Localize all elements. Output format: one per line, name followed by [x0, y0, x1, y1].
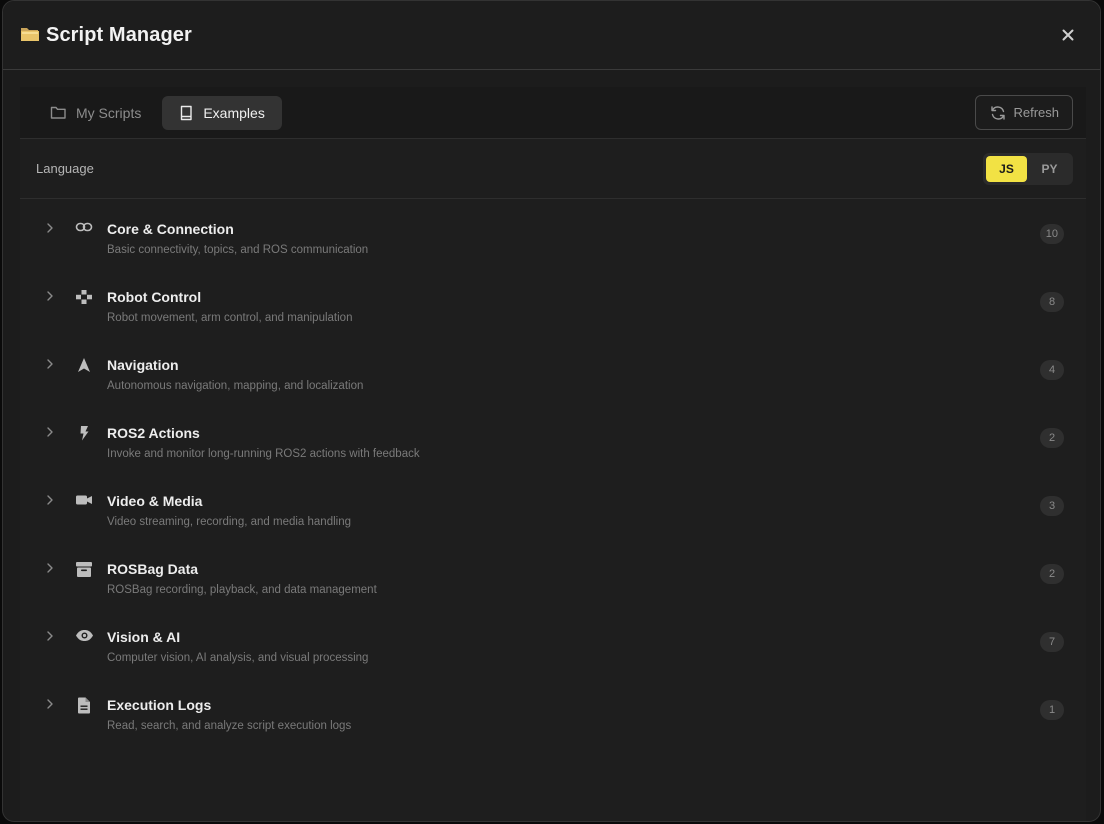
document-icon: [72, 697, 96, 714]
category-title: Core & Connection: [107, 221, 234, 237]
category-video-media[interactable]: Video & Media Video streaming, recording…: [20, 484, 1086, 552]
content-panel: My Scripts Examples Refresh Language JS …: [20, 87, 1086, 821]
link-icon: [72, 221, 96, 233]
close-icon: [1062, 29, 1074, 41]
gamepad-icon: [72, 289, 96, 305]
tab-examples[interactable]: Examples: [162, 95, 282, 130]
chevron-right-icon: [46, 425, 60, 443]
refresh-button[interactable]: Refresh: [975, 95, 1073, 130]
folder-icon: [20, 25, 40, 46]
modal-title: Script Manager: [46, 23, 192, 46]
category-description: Robot movement, arm control, and manipul…: [107, 312, 353, 324]
language-row: Language JS PY: [20, 139, 1086, 199]
lightning-icon: [72, 425, 96, 441]
category-rosbag-data[interactable]: ROSBag Data ROSBag recording, playback, …: [20, 552, 1086, 620]
category-list: Core & Connection Basic connectivity, to…: [20, 199, 1086, 756]
tab-my-scripts-label: My Scripts: [76, 104, 142, 121]
chevron-right-icon: [46, 629, 60, 647]
category-title: ROSBag Data: [107, 561, 199, 577]
video-camera-icon: [72, 493, 96, 507]
tab-bar: My Scripts Examples Refresh: [20, 87, 1086, 139]
category-navigation[interactable]: Navigation Autonomous navigation, mappin…: [20, 348, 1086, 416]
chevron-right-icon: [46, 561, 60, 579]
category-ros2-actions[interactable]: ROS2 Actions Invoke and monitor long-run…: [20, 416, 1086, 484]
count-badge: 3: [1040, 496, 1064, 516]
category-execution-logs[interactable]: Execution Logs Read, search, and analyze…: [20, 688, 1086, 756]
category-description: ROSBag recording, playback, and data man…: [107, 584, 377, 596]
category-description: Computer vision, AI analysis, and visual…: [107, 652, 369, 664]
chevron-right-icon: [46, 493, 60, 511]
language-label: Language: [36, 161, 94, 176]
chevron-right-icon: [46, 221, 60, 239]
language-toggle: JS PY: [983, 152, 1073, 185]
category-title: Robot Control: [107, 289, 202, 305]
modal-header: Script Manager: [3, 1, 1100, 70]
category-description: Video streaming, recording, and media ha…: [107, 516, 351, 528]
book-icon: [181, 105, 193, 120]
title-wrap: Script Manager: [20, 24, 192, 47]
category-robot-control[interactable]: Robot Control Robot movement, arm contro…: [20, 280, 1086, 348]
language-js-option[interactable]: JS: [986, 155, 1027, 182]
category-description: Invoke and monitor long-running ROS2 act…: [107, 448, 420, 460]
category-title: Vision & AI: [107, 629, 181, 645]
refresh-label: Refresh: [1013, 105, 1059, 120]
navigation-arrow-icon: [72, 357, 96, 373]
category-title: Execution Logs: [107, 697, 212, 713]
category-title: ROS2 Actions: [107, 425, 200, 441]
tab-my-scripts[interactable]: My Scripts: [33, 96, 158, 130]
tabs: My Scripts Examples: [33, 95, 282, 130]
count-badge: 7: [1040, 632, 1064, 652]
count-badge: 2: [1040, 428, 1064, 448]
language-py-option[interactable]: PY: [1029, 156, 1070, 182]
refresh-icon: [991, 105, 1006, 120]
tab-examples-label: Examples: [203, 104, 265, 121]
folder-outline-icon: [50, 106, 66, 119]
chevron-right-icon: [46, 357, 60, 375]
count-badge: 10: [1039, 224, 1064, 244]
category-title: Video & Media: [107, 493, 203, 509]
category-description: Read, search, and analyze script executi…: [107, 720, 352, 732]
chevron-right-icon: [46, 289, 60, 307]
close-button[interactable]: [1054, 21, 1082, 49]
eye-icon: [72, 629, 96, 642]
category-title: Navigation: [107, 357, 179, 373]
category-core-connection[interactable]: Core & Connection Basic connectivity, to…: [20, 212, 1086, 280]
archive-box-icon: [72, 561, 96, 578]
chevron-right-icon: [46, 697, 60, 715]
script-manager-modal: Script Manager My Scripts Examples Refre…: [2, 0, 1101, 822]
count-badge: 4: [1040, 360, 1064, 380]
category-description: Basic connectivity, topics, and ROS comm…: [107, 244, 369, 256]
category-vision-ai[interactable]: Vision & AI Computer vision, AI analysis…: [20, 620, 1086, 688]
count-badge: 1: [1040, 700, 1064, 720]
count-badge: 8: [1040, 292, 1064, 312]
category-description: Autonomous navigation, mapping, and loca…: [107, 380, 364, 392]
count-badge: 2: [1040, 564, 1064, 584]
